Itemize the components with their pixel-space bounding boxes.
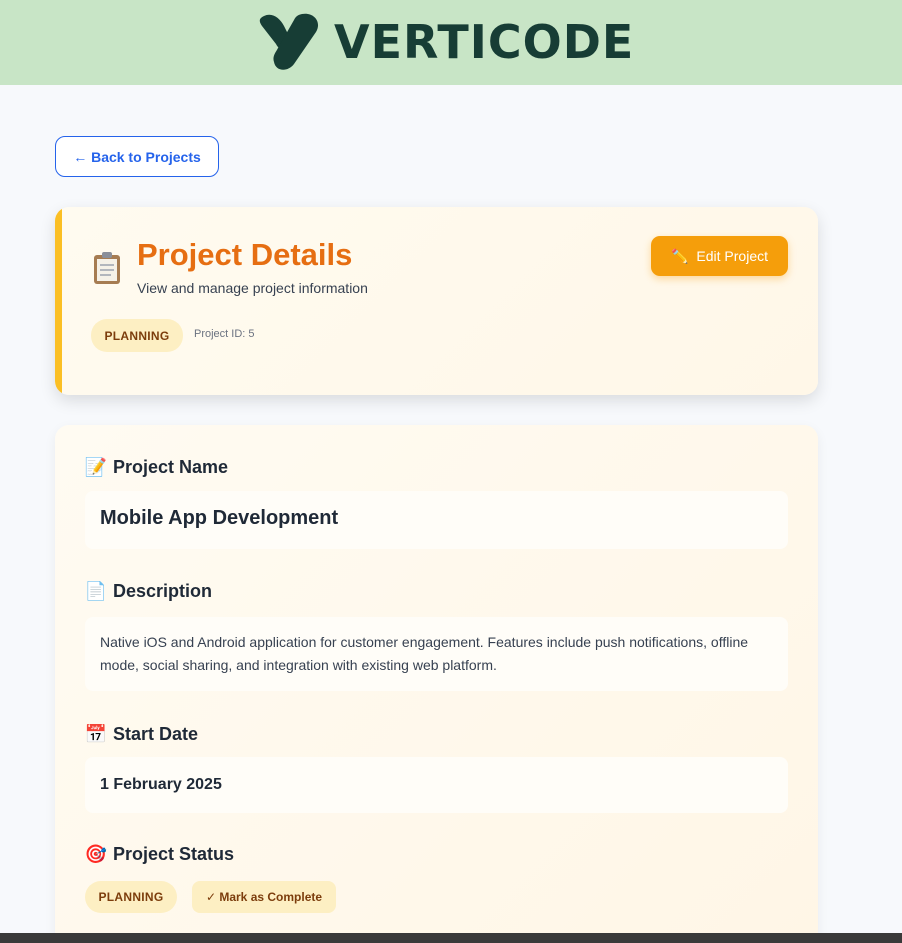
project-details-card: 📝 Project Name Mobile App Development 📄 … (55, 425, 818, 943)
project-status-badge: PLANNING (85, 881, 177, 913)
page-subtitle: View and manage project information (137, 280, 368, 296)
project-status-label: 🎯 Project Status (85, 843, 234, 865)
project-name-label-text: Project Name (113, 456, 229, 477)
description-value: Native iOS and Android application for c… (100, 634, 749, 673)
verticode-logo-icon (259, 13, 319, 70)
start-date-field: 1 February 2025 (85, 757, 788, 813)
description-label-text: Description (113, 580, 213, 601)
project-status-label-text: Project Status (113, 843, 235, 864)
edit-project-button[interactable]: ✏️ Edit Project (651, 236, 788, 276)
mark-complete-button[interactable]: ✓ Mark as Complete (192, 881, 336, 913)
logo[interactable]: VERTICODE (258, 12, 634, 72)
clipboard-icon (94, 252, 120, 284)
status-badge: PLANNING (91, 319, 183, 352)
page-title: Project Details (137, 237, 353, 272)
start-date-value: 1 February 2025 (100, 776, 222, 793)
description-label: 📄 Description (85, 580, 212, 602)
top-header: VERTICODE (0, 0, 902, 85)
project-header-card: Project Details View and manage project … (55, 207, 818, 395)
project-name-value: Mobile App Development (100, 507, 339, 529)
pencil-icon: ✏️ (670, 247, 689, 264)
start-date-label-text: Start Date (113, 723, 199, 744)
logo-text: VERTICODE (334, 15, 635, 69)
project-id: Project ID: 5 (194, 328, 255, 340)
calendar-icon: 📅 (84, 723, 108, 744)
taskbar (0, 933, 902, 943)
back-to-projects-button[interactable]: ← Back to Projects (55, 136, 219, 177)
project-name-label: 📝 Project Name (85, 456, 228, 478)
memo-icon: 📝 (84, 456, 108, 477)
start-date-label: 📅 Start Date (85, 723, 198, 745)
project-name-field: Mobile App Development (85, 491, 788, 549)
document-icon: 📄 (84, 580, 108, 601)
description-field: Native iOS and Android application for c… (85, 617, 788, 691)
target-icon: 🎯 (84, 843, 108, 864)
edit-project-label: Edit Project (696, 248, 769, 264)
